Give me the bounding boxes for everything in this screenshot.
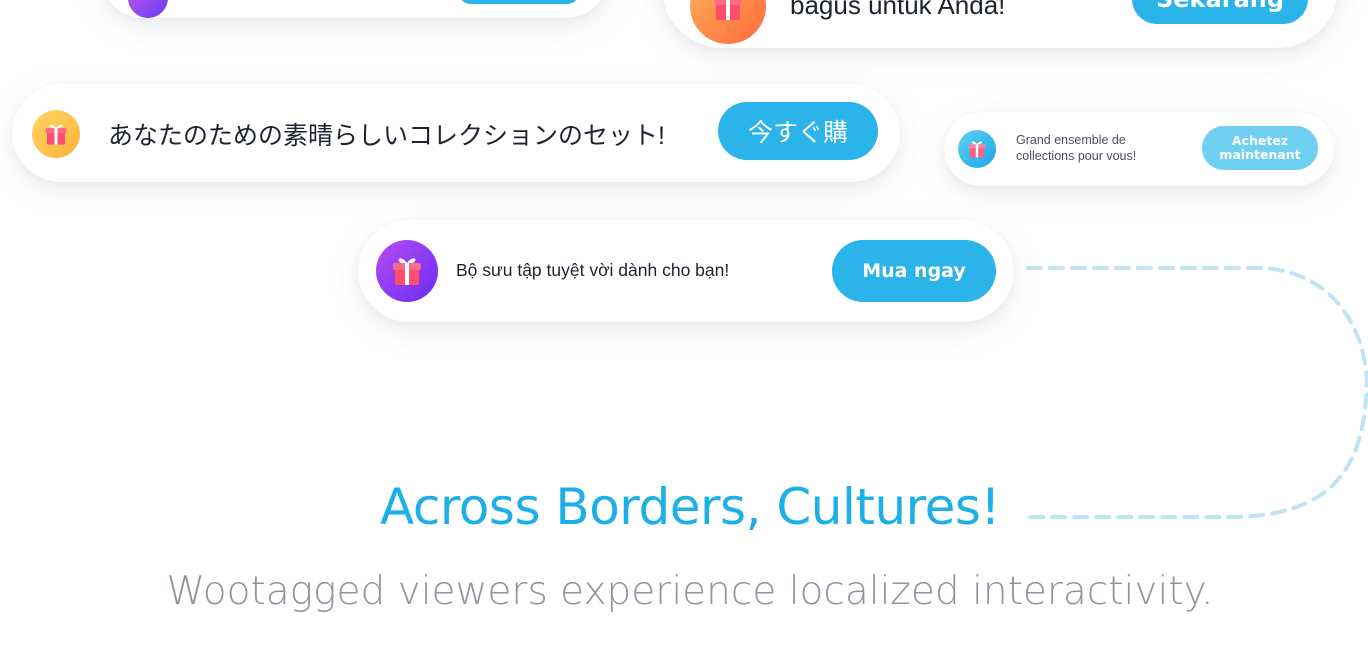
promo-message: Bộ sưu tập tuyệt vời dành cho bạn! xyxy=(456,260,730,280)
promo-card-vietnamese: Bộ sưu tập tuyệt vời dành cho bạn! Mua n… xyxy=(358,220,1014,322)
promo-buy-button[interactable]: 今すぐ購 xyxy=(718,102,878,160)
section-headline: Across Borders, Cultures! xyxy=(380,478,1000,536)
promo-buy-button[interactable]: Mua ngay xyxy=(832,240,996,302)
promo-buy-button[interactable]: Sekarang xyxy=(1132,0,1308,24)
gift-icon xyxy=(32,110,80,158)
gift-icon xyxy=(128,0,168,18)
gift-icon xyxy=(690,0,766,44)
section-subheadline: Wootagged viewers experience localized i… xyxy=(166,569,1214,614)
page: bagus untuk Anda! Sekarang あなたのための素晴らしいコ… xyxy=(0,0,1368,657)
promo-message: Grand ensemble de collections pour vous! xyxy=(1016,133,1137,163)
gift-icon xyxy=(958,130,996,168)
promo-card-japanese: あなたのための素晴らしいコレクションのセット! 今すぐ購 xyxy=(12,84,900,182)
promo-buy-button[interactable]: Achetez maintenant xyxy=(1202,126,1318,170)
promo-message: あなたのための素晴らしいコレクションのセット! xyxy=(108,122,665,150)
promo-card-indonesian: bagus untuk Anda! Sekarang xyxy=(662,0,1338,48)
promo-card-french: Grand ensemble de collections pour vous!… xyxy=(944,112,1334,186)
gift-icon xyxy=(376,240,438,302)
promo-message: bagus untuk Anda! xyxy=(790,0,1006,20)
promo-buy-button[interactable] xyxy=(458,0,580,4)
promo-card-top-left xyxy=(100,0,610,18)
